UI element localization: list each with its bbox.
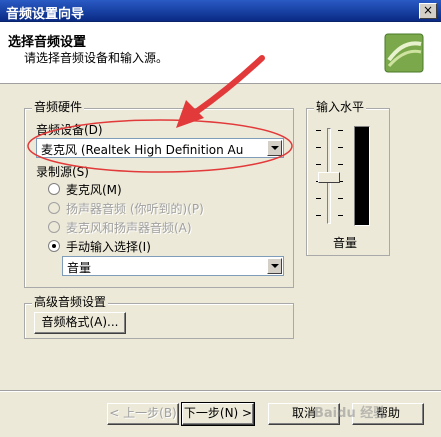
- chevron-down-icon[interactable]: [267, 258, 282, 274]
- footer-divider: [0, 390, 441, 392]
- audio-device-label: 音频设备(D): [36, 123, 103, 137]
- slider-tick: [316, 198, 321, 199]
- page-subtitle: 请选择音频设备和输入源。: [24, 51, 169, 65]
- audio-format-button[interactable]: 音频格式(A)...: [34, 312, 126, 334]
- audio-hardware-label: 音频硬件: [32, 100, 85, 114]
- slider-tick: [338, 130, 343, 131]
- slider-tick: [316, 147, 321, 148]
- back-button: < 上一步(B): [107, 403, 179, 425]
- title-bar: 音频设置向导 ×: [0, 0, 441, 22]
- slider-tick: [316, 215, 321, 216]
- slider-tick: [338, 215, 343, 216]
- slider-tick: [316, 164, 321, 165]
- radio-microphone-label[interactable]: 麦克风(M): [66, 181, 122, 198]
- page-title: 选择音频设置: [8, 35, 87, 50]
- input-level-label: 输入水平: [314, 100, 367, 114]
- radio-manual-input-label[interactable]: 手动输入选择(I): [66, 238, 151, 255]
- radio-speaker-audio-label: 扬声器音频 (你听到的)(P): [66, 202, 204, 216]
- close-button[interactable]: ×: [419, 3, 437, 19]
- slider-tick: [338, 147, 343, 148]
- next-button[interactable]: 下一步(N) >: [181, 402, 255, 426]
- manual-input-select[interactable]: 音量: [62, 256, 284, 276]
- watermark: Baidu 经验: [314, 406, 387, 421]
- radio-manual-input[interactable]: [48, 240, 60, 252]
- wizard-logo-icon: [384, 33, 424, 73]
- radio-mic-and-speaker: [48, 221, 60, 233]
- radio-mic-and-speaker-label: 麦克风和扬声器音频(A): [66, 221, 192, 235]
- wizard-header: 选择音频设置 请选择音频设备和输入源。: [0, 22, 441, 84]
- audio-device-select[interactable]: 麦克风 (Realtek High Definition Au: [36, 138, 284, 158]
- radio-microphone[interactable]: [48, 183, 60, 195]
- slider-tick: [338, 164, 343, 165]
- slider-tick: [338, 198, 343, 199]
- slider-tick: [316, 130, 321, 131]
- manual-input-value: 音量: [67, 261, 92, 275]
- volume-label: 音量: [333, 236, 358, 250]
- chevron-down-icon[interactable]: [267, 140, 282, 156]
- close-icon: ×: [422, 3, 434, 17]
- recording-source-label: 录制源(S): [36, 165, 89, 179]
- radio-speaker-audio: [48, 202, 60, 214]
- input-level-slider-thumb[interactable]: [318, 172, 340, 183]
- window-title: 音频设置向导: [6, 7, 85, 22]
- audio-device-value: 麦克风 (Realtek High Definition Au: [41, 143, 244, 157]
- input-level-meter: [354, 126, 370, 226]
- advanced-audio-label: 高级音频设置: [32, 295, 109, 309]
